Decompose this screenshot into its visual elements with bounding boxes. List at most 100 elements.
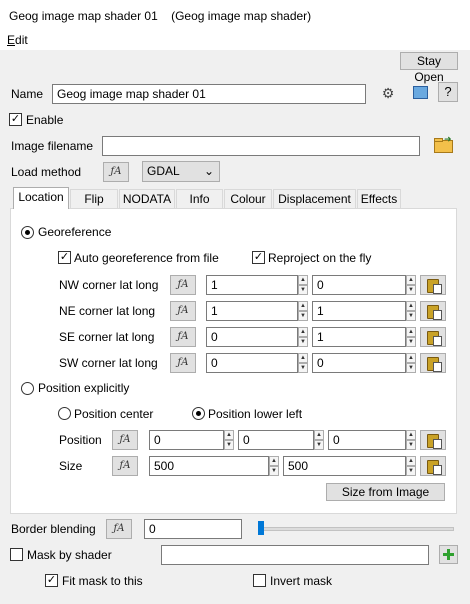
gear-icon[interactable]: ⚙	[376, 83, 400, 103]
tab-displacement[interactable]: Displacement	[273, 189, 356, 209]
se-paste-icon[interactable]	[420, 327, 446, 347]
reproject-checkbox[interactable]: ✓	[252, 251, 265, 264]
tab-effects[interactable]: Effects	[357, 189, 401, 209]
spin-up-icon[interactable]: ▲	[406, 275, 416, 285]
invert-mask-checkbox[interactable]	[253, 574, 266, 587]
size-height-field[interactable]: 500	[283, 456, 406, 476]
spin-down-icon[interactable]: ▼	[298, 337, 308, 347]
spin-up-icon[interactable]: ▲	[269, 456, 279, 466]
se-corner-fx-button[interactable]: ƒA	[170, 327, 196, 347]
preview-icon[interactable]	[410, 83, 432, 103]
ne-lat-spinner[interactable]: ▲ ▼	[298, 301, 308, 321]
stay-open-button[interactable]: Stay Open	[400, 52, 458, 84]
ne-corner-label: NE corner lat long	[59, 304, 156, 318]
position-lower-left-radio[interactable]	[192, 407, 205, 420]
nw-corner-fx-button[interactable]: ƒA	[170, 275, 196, 295]
folder-open-icon[interactable]: ➜	[431, 135, 457, 157]
spin-down-icon[interactable]: ▼	[406, 440, 416, 450]
se-lat-field[interactable]: 0	[206, 327, 298, 347]
position-z-field[interactable]: 0	[328, 430, 406, 450]
spin-down-icon[interactable]: ▼	[298, 285, 308, 295]
spin-up-icon[interactable]: ▲	[406, 353, 416, 363]
spin-up-icon[interactable]: ▲	[224, 430, 234, 440]
spin-up-icon[interactable]: ▲	[406, 327, 416, 337]
border-blending-fx-button[interactable]: ƒA	[106, 519, 132, 539]
spin-up-icon[interactable]: ▲	[298, 301, 308, 311]
auto-georeference-checkbox[interactable]: ✓	[58, 251, 71, 264]
se-long-spinner[interactable]: ▲ ▼	[406, 327, 416, 347]
spin-up-icon[interactable]: ▲	[298, 275, 308, 285]
nw-lat-spinner[interactable]: ▲ ▼	[298, 275, 308, 295]
help-button[interactable]: ?	[438, 82, 458, 102]
position-y-spinner[interactable]: ▲ ▼	[314, 430, 324, 450]
ne-paste-icon[interactable]	[420, 301, 446, 321]
position-fx-button[interactable]: ƒA	[112, 430, 138, 450]
enable-checkbox[interactable]: ✓	[9, 113, 22, 126]
tab-colour[interactable]: Colour	[224, 189, 272, 209]
spin-up-icon[interactable]: ▲	[406, 430, 416, 440]
position-explicitly-radio[interactable]	[21, 382, 34, 395]
position-center-radio[interactable]	[58, 407, 71, 420]
ne-corner-fx-button[interactable]: ƒA	[170, 301, 196, 321]
tab-nodata[interactable]: NODATA	[119, 189, 175, 209]
georeference-radio[interactable]	[21, 226, 34, 239]
tab-location[interactable]: Location	[13, 187, 69, 209]
spin-down-icon[interactable]: ▼	[298, 363, 308, 373]
se-long-field[interactable]: 1	[312, 327, 406, 347]
spin-down-icon[interactable]: ▼	[298, 311, 308, 321]
ne-long-spinner[interactable]: ▲ ▼	[406, 301, 416, 321]
spin-up-icon[interactable]: ▲	[406, 301, 416, 311]
tab-info[interactable]: Info	[176, 189, 223, 209]
spin-down-icon[interactable]: ▼	[224, 440, 234, 450]
sw-long-field[interactable]: 0	[312, 353, 406, 373]
load-method-select[interactable]: GDAL ⌄	[142, 161, 220, 182]
nw-lat-field[interactable]: 1	[206, 275, 298, 295]
close-icon[interactable]	[448, 8, 464, 24]
position-paste-icon[interactable]	[420, 430, 446, 450]
spin-down-icon[interactable]: ▼	[406, 285, 416, 295]
nw-long-field[interactable]: 0	[312, 275, 406, 295]
load-method-fx-button[interactable]: ƒA	[103, 162, 129, 182]
size-width-field[interactable]: 500	[149, 456, 269, 476]
ne-lat-field[interactable]: 1	[206, 301, 298, 321]
spin-down-icon[interactable]: ▼	[269, 466, 279, 476]
mask-shader-field[interactable]	[161, 545, 429, 565]
position-y-field[interactable]: 0	[238, 430, 314, 450]
spin-down-icon[interactable]: ▼	[406, 311, 416, 321]
spin-up-icon[interactable]: ▲	[314, 430, 324, 440]
sw-long-spinner[interactable]: ▲ ▼	[406, 353, 416, 373]
sw-paste-icon[interactable]	[420, 353, 446, 373]
tab-flip[interactable]: Flip	[70, 189, 118, 209]
sw-lat-spinner[interactable]: ▲ ▼	[298, 353, 308, 373]
size-paste-icon[interactable]	[420, 456, 446, 476]
border-blending-slider-thumb[interactable]	[258, 521, 264, 535]
mask-by-shader-checkbox[interactable]	[10, 548, 23, 561]
spin-down-icon[interactable]: ▼	[314, 440, 324, 450]
sw-corner-fx-button[interactable]: ƒA	[170, 353, 196, 373]
add-shader-icon[interactable]	[439, 545, 458, 564]
spin-up-icon[interactable]: ▲	[298, 327, 308, 337]
position-x-spinner[interactable]: ▲ ▼	[224, 430, 234, 450]
position-x-field[interactable]: 0	[149, 430, 224, 450]
position-z-spinner[interactable]: ▲ ▼	[406, 430, 416, 450]
spin-up-icon[interactable]: ▲	[406, 456, 416, 466]
size-width-spinner[interactable]: ▲ ▼	[269, 456, 279, 476]
size-height-spinner[interactable]: ▲ ▼	[406, 456, 416, 476]
menu-edit[interactable]: Edit	[7, 33, 28, 47]
ne-long-field[interactable]: 1	[312, 301, 406, 321]
sw-lat-field[interactable]: 0	[206, 353, 298, 373]
spin-down-icon[interactable]: ▼	[406, 466, 416, 476]
border-blending-slider-track[interactable]	[258, 527, 454, 531]
nw-paste-icon[interactable]	[420, 275, 446, 295]
se-lat-spinner[interactable]: ▲ ▼	[298, 327, 308, 347]
size-from-image-button[interactable]: Size from Image	[326, 483, 445, 501]
spin-down-icon[interactable]: ▼	[406, 337, 416, 347]
image-filename-field[interactable]	[102, 136, 420, 156]
fit-mask-checkbox[interactable]: ✓	[45, 574, 58, 587]
spin-down-icon[interactable]: ▼	[406, 363, 416, 373]
name-field[interactable]: Geog image map shader 01	[52, 84, 366, 104]
nw-long-spinner[interactable]: ▲ ▼	[406, 275, 416, 295]
border-blending-field[interactable]: 0	[144, 519, 242, 539]
spin-up-icon[interactable]: ▲	[298, 353, 308, 363]
size-fx-button[interactable]: ƒA	[112, 456, 138, 476]
